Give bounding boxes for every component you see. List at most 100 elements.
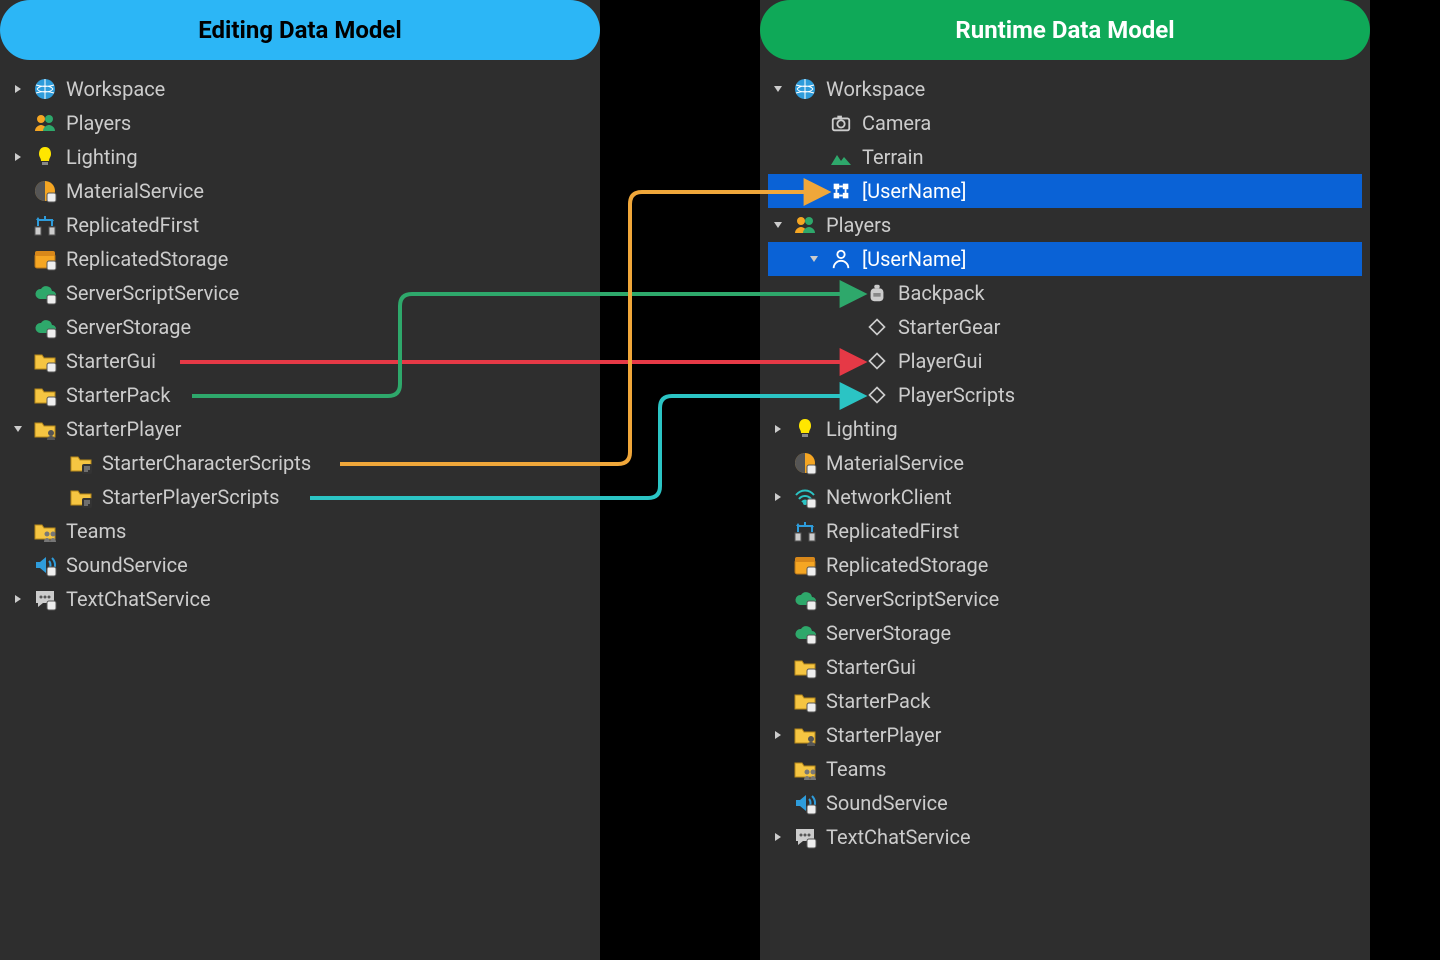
diamond-icon	[864, 382, 890, 408]
right-row-startergui[interactable]: StarterGui	[768, 650, 1362, 684]
tree-item-label: ServerStorage	[66, 315, 191, 339]
right-row-replicatedstorage[interactable]: ReplicatedStorage	[768, 548, 1362, 582]
right-row-textchatservice[interactable]: TextChatService	[768, 820, 1362, 854]
players-icon	[792, 212, 818, 238]
tree-item-label: Players	[826, 213, 891, 237]
tree-item-label: MaterialService	[66, 179, 204, 203]
right-row-materialservice[interactable]: MaterialService	[768, 446, 1362, 480]
right-row-networkclient[interactable]: NetworkClient	[768, 480, 1362, 514]
editing-header-label: Editing Data Model	[198, 16, 402, 44]
folder-icon	[792, 688, 818, 714]
tree-item-label: Players	[66, 111, 131, 135]
cloudgreen-icon	[792, 620, 818, 646]
left-row-serverscriptservice[interactable]: ServerScriptService	[8, 276, 592, 310]
tree-item-label: Workspace	[66, 77, 165, 101]
left-row-textchatservice[interactable]: TextChatService	[8, 582, 592, 616]
right-row-lighting[interactable]: Lighting	[768, 412, 1362, 446]
tree-item-label: MaterialService	[826, 451, 964, 475]
expander-icon[interactable]	[768, 730, 788, 740]
expander-icon[interactable]	[8, 424, 28, 434]
left-row-replicatedfirst[interactable]: ReplicatedFirst	[8, 208, 592, 242]
material-icon	[32, 178, 58, 204]
right-row-replicatedfirst[interactable]: ReplicatedFirst	[768, 514, 1362, 548]
right-row-starterpack[interactable]: StarterPack	[768, 684, 1362, 718]
lighting-icon	[32, 144, 58, 170]
runtime-header: Runtime Data Model	[760, 0, 1370, 60]
right-row-terrain[interactable]: Terrain	[768, 140, 1362, 174]
folderplayer-icon	[792, 722, 818, 748]
character-icon	[828, 178, 854, 204]
expander-icon[interactable]	[8, 84, 28, 94]
tree-item-label: StarterGui	[66, 349, 156, 373]
diamond-icon	[864, 314, 890, 340]
left-row-players[interactable]: Players	[8, 106, 592, 140]
right-row-playerscripts[interactable]: PlayerScripts	[768, 378, 1362, 412]
tree-item-label: NetworkClient	[826, 485, 952, 509]
tree-item-label: StarterPlayer	[66, 417, 181, 441]
sound-icon	[792, 790, 818, 816]
tree-item-label: StarterCharacterScripts	[102, 451, 311, 475]
expander-icon[interactable]	[768, 492, 788, 502]
editing-tree: Workspace Players Lighting MaterialService R…	[0, 68, 600, 636]
left-row-starterplayerscripts[interactable]: StarterPlayerScripts	[8, 480, 592, 514]
left-row-workspace[interactable]: Workspace	[8, 72, 592, 106]
right-row-serverstorage[interactable]: ServerStorage	[768, 616, 1362, 650]
tree-item-label: StarterPack	[826, 689, 930, 713]
left-row-starterpack[interactable]: StarterPack	[8, 378, 592, 412]
right-row--username-[interactable]: [UserName]	[768, 242, 1362, 276]
cloudgreen-icon	[792, 586, 818, 612]
teams-icon	[792, 756, 818, 782]
tree-item-label: Backpack	[898, 281, 985, 305]
expander-icon[interactable]	[768, 84, 788, 94]
left-row-starterplayer[interactable]: StarterPlayer	[8, 412, 592, 446]
repstorage-icon	[32, 246, 58, 272]
left-row-soundservice[interactable]: SoundService	[8, 548, 592, 582]
right-row--username-[interactable]: [UserName]	[768, 174, 1362, 208]
left-row-startergui[interactable]: StarterGui	[8, 344, 592, 378]
right-row-startergear[interactable]: StarterGear	[768, 310, 1362, 344]
expander-icon[interactable]	[804, 254, 824, 264]
left-row-startercharacterscripts[interactable]: StarterCharacterScripts	[8, 446, 592, 480]
expander-icon[interactable]	[768, 424, 788, 434]
material-icon	[792, 450, 818, 476]
expander-icon[interactable]	[8, 152, 28, 162]
tree-item-label: ServerScriptService	[826, 587, 999, 611]
folder-icon	[32, 382, 58, 408]
teams-icon	[32, 518, 58, 544]
expander-icon[interactable]	[768, 220, 788, 230]
left-row-replicatedstorage[interactable]: ReplicatedStorage	[8, 242, 592, 276]
left-row-materialservice[interactable]: MaterialService	[8, 174, 592, 208]
editing-panel: Editing Data Model Workspace Players Light…	[0, 0, 600, 960]
chat-icon	[792, 824, 818, 850]
left-row-lighting[interactable]: Lighting	[8, 140, 592, 174]
tree-item-label: StarterPack	[66, 383, 170, 407]
expander-icon[interactable]	[768, 832, 788, 842]
right-row-camera[interactable]: Camera	[768, 106, 1362, 140]
right-row-teams[interactable]: Teams	[768, 752, 1362, 786]
tree-item-label: PlayerScripts	[898, 383, 1015, 407]
right-row-players[interactable]: Players	[768, 208, 1362, 242]
right-row-starterplayer[interactable]: StarterPlayer	[768, 718, 1362, 752]
right-row-backpack[interactable]: Backpack	[768, 276, 1362, 310]
tree-item-label: ReplicatedFirst	[66, 213, 199, 237]
tree-item-label: Camera	[862, 111, 931, 135]
right-row-workspace[interactable]: Workspace	[768, 72, 1362, 106]
tree-item-label: ReplicatedStorage	[826, 553, 988, 577]
tree-item-label: SoundService	[66, 553, 188, 577]
lighting-icon	[792, 416, 818, 442]
right-row-serverscriptservice[interactable]: ServerScriptService	[768, 582, 1362, 616]
folderplayer-icon	[32, 416, 58, 442]
terrain-icon	[828, 144, 854, 170]
right-row-soundservice[interactable]: SoundService	[768, 786, 1362, 820]
left-row-teams[interactable]: Teams	[8, 514, 592, 548]
left-row-serverstorage[interactable]: ServerStorage	[8, 310, 592, 344]
tree-item-label: ReplicatedFirst	[826, 519, 959, 543]
players-icon	[32, 110, 58, 136]
backpack-icon	[864, 280, 890, 306]
workspace-icon	[792, 76, 818, 102]
expander-icon[interactable]	[8, 594, 28, 604]
runtime-header-label: Runtime Data Model	[955, 16, 1174, 44]
right-row-playergui[interactable]: PlayerGui	[768, 344, 1362, 378]
tree-item-label: StarterPlayer	[826, 723, 941, 747]
repfirst-icon	[792, 518, 818, 544]
